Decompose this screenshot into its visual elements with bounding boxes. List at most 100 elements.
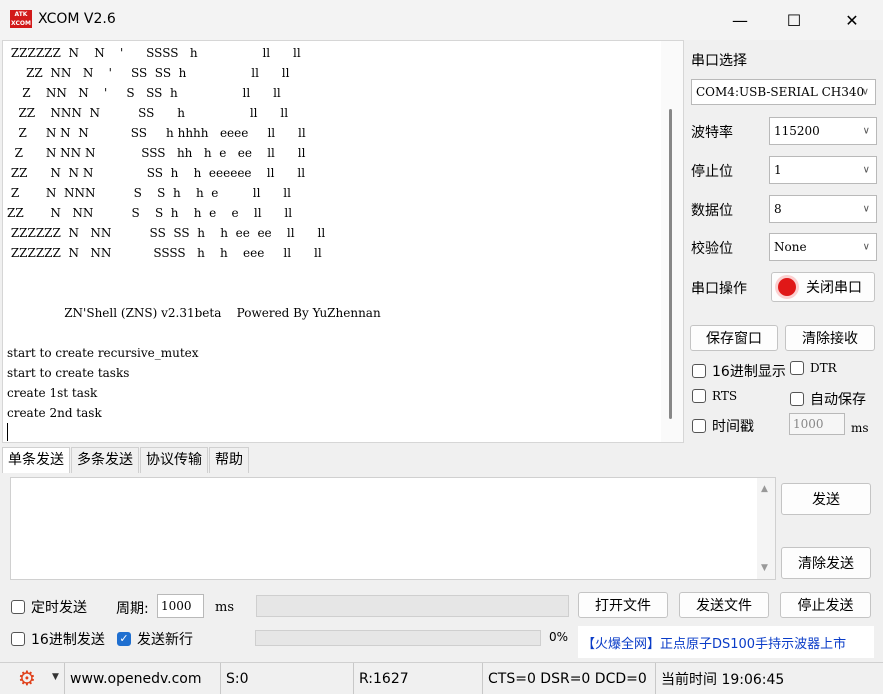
chevron-down-icon: ∨	[862, 203, 870, 215]
hex-send-checkbox[interactable]: 16进制发送	[11, 629, 105, 649]
close-port-label: 关闭串口	[806, 280, 862, 296]
stop-bits-label: 停止位	[691, 164, 733, 180]
receive-line: create 1st task	[7, 386, 98, 400]
send-button[interactable]: 发送	[781, 483, 871, 515]
checkbox-box	[790, 392, 804, 406]
data-bits-label: 数据位	[691, 203, 733, 219]
receive-line: ZZ N NN S S h h e e ll ll	[7, 206, 293, 220]
receive-line: Z N NNN S S h h e ll ll	[7, 186, 291, 200]
tab-multi-send[interactable]: 多条发送	[71, 447, 139, 473]
receive-line	[7, 283, 381, 303]
ad-banner-link[interactable]: 【火爆全网】正点原子DS100手持示波器上市	[578, 626, 874, 658]
received-count: R:1627	[353, 663, 481, 694]
tab-help[interactable]: 帮助	[209, 447, 249, 473]
timed-send-label: 定时发送	[31, 600, 87, 616]
hex-send-label: 16进制发送	[31, 632, 105, 648]
receive-line: ZZ N N N SS h h eeeeee ll ll	[7, 166, 306, 180]
receive-line	[7, 263, 381, 283]
data-bits-select[interactable]: 8 ∨	[769, 195, 877, 223]
port-select-value: COM4:USB-SERIAL CH340	[696, 85, 865, 99]
rts-checkbox[interactable]: RTS	[692, 389, 737, 403]
receive-line: ZZZZZZ N NN SSSS h h eee ll ll	[7, 246, 322, 260]
timed-send-checkbox[interactable]: 定时发送	[11, 597, 87, 617]
maximize-button[interactable]: ☐	[766, 0, 822, 40]
auto-save-label: 自动保存	[810, 392, 866, 408]
file-path-field	[256, 595, 569, 617]
tab-protocol[interactable]: 协议传输	[140, 447, 208, 473]
dtr-checkbox[interactable]: DTR	[790, 361, 837, 375]
clear-send-button[interactable]: 清除发送	[781, 547, 871, 579]
receive-scroll-thumb[interactable]	[669, 109, 672, 419]
checkbox-box	[11, 632, 25, 646]
clear-receive-button[interactable]: 清除接收	[785, 325, 875, 351]
chevron-down-icon: ∨	[862, 125, 870, 137]
timestamp-interval-input[interactable]: 1000	[789, 413, 845, 435]
checkbox-box	[692, 389, 706, 403]
port-operation-label: 串口操作	[691, 281, 747, 297]
window-title: XCOM V2.6	[38, 11, 116, 27]
open-file-button[interactable]: 打开文件	[578, 592, 668, 618]
send-file-button[interactable]: 发送文件	[679, 592, 769, 618]
receive-line: Z N NN N SSS hh h e ee ll ll	[7, 146, 306, 160]
auto-save-checkbox[interactable]: 自动保存	[790, 389, 866, 409]
close-port-button[interactable]: 关闭串口	[771, 272, 875, 302]
dropdown-arrow-icon[interactable]: ▼	[52, 672, 59, 682]
port-status-icon	[778, 278, 796, 296]
send-progress-text: 0%	[549, 630, 569, 644]
receive-line	[7, 323, 381, 343]
minimize-button[interactable]: —	[712, 0, 768, 40]
parity-value: None	[774, 240, 807, 254]
baud-label: 波特率	[691, 125, 733, 141]
sent-count: S:0	[220, 663, 352, 694]
port-select[interactable]: COM4:USB-SERIAL CH340 ∨	[691, 79, 876, 105]
timestamp-checkbox[interactable]: 时间戳	[692, 416, 754, 436]
chevron-down-icon: ∨	[862, 164, 870, 176]
app-logo: ATK XCOM	[10, 10, 32, 28]
receive-line: start to create tasks	[7, 366, 130, 380]
dtr-label: DTR	[810, 361, 837, 375]
tab-single-send[interactable]: 单条发送	[2, 447, 70, 473]
timestamp-label: 时间戳	[712, 419, 754, 435]
period-label: 周期:	[116, 601, 149, 617]
receive-line: Z N N N SS h hhhh eeee ll ll	[7, 126, 306, 140]
close-window-button[interactable]: ✕	[824, 0, 880, 40]
receive-line: start to create recursive_mutex	[7, 346, 199, 360]
baud-value: 115200	[774, 124, 820, 138]
send-input[interactable]: ▲ ▼	[10, 477, 776, 580]
receive-line: create 2nd task	[7, 406, 102, 420]
parity-select[interactable]: None ∨	[769, 233, 877, 261]
checkbox-box	[11, 600, 25, 614]
stop-send-button[interactable]: 停止发送	[780, 592, 871, 618]
hex-display-checkbox[interactable]: 16进制显示	[692, 361, 786, 381]
port-select-label: 串口选择	[691, 53, 747, 69]
send-newline-checkbox[interactable]: ✓ 发送新行	[117, 629, 193, 649]
chevron-down-icon: ∨	[862, 241, 870, 253]
send-scrollbar[interactable]: ▲ ▼	[757, 478, 775, 579]
scroll-down-icon[interactable]: ▼	[761, 563, 768, 573]
receive-line: ZZZZZZ N N ' SSSS h ll ll	[7, 46, 301, 60]
receive-area[interactable]: ZZZZZZ N N ' SSSS h ll ll ZZ NN N ' SS S…	[2, 40, 684, 443]
website-link[interactable]: www.openedv.com	[64, 663, 216, 694]
receive-text: ZZZZZZ N N ' SSSS h ll ll ZZ NN N ' SS S…	[7, 43, 381, 423]
checkbox-box	[692, 419, 706, 433]
title-bar: ATK XCOM XCOM V2.6 — ☐ ✕	[0, 0, 883, 40]
receive-line: ZN'Shell (ZNS) v2.31beta Powered By YuZh…	[7, 306, 381, 320]
period-input[interactable]: 1000	[157, 594, 204, 618]
status-bar: ⚙ ▼ www.openedv.com S:0 R:1627 CTS=0 DSR…	[0, 662, 883, 694]
receive-line: ZZZZZZ N NN SS SS h h ee ee ll ll	[7, 226, 326, 240]
parity-label: 校验位	[691, 241, 733, 257]
gear-icon[interactable]: ⚙	[18, 668, 36, 688]
receive-line: ZZ NN N ' SS SS h ll ll	[7, 66, 290, 80]
checkbox-box	[790, 361, 804, 375]
baud-select[interactable]: 115200 ∨	[769, 117, 877, 145]
send-newline-label: 发送新行	[137, 632, 193, 648]
stop-bits-select[interactable]: 1 ∨	[769, 156, 877, 184]
chevron-down-icon: ∨	[861, 86, 869, 98]
save-window-button[interactable]: 保存窗口	[690, 325, 778, 351]
rts-label: RTS	[712, 389, 738, 403]
period-unit: ms	[215, 600, 234, 615]
receive-scrollbar[interactable]	[661, 41, 683, 442]
scroll-up-icon[interactable]: ▲	[761, 484, 768, 494]
hex-display-label: 16进制显示	[712, 364, 786, 380]
receive-line: ZZ NNN N SS h ll ll	[7, 106, 289, 120]
